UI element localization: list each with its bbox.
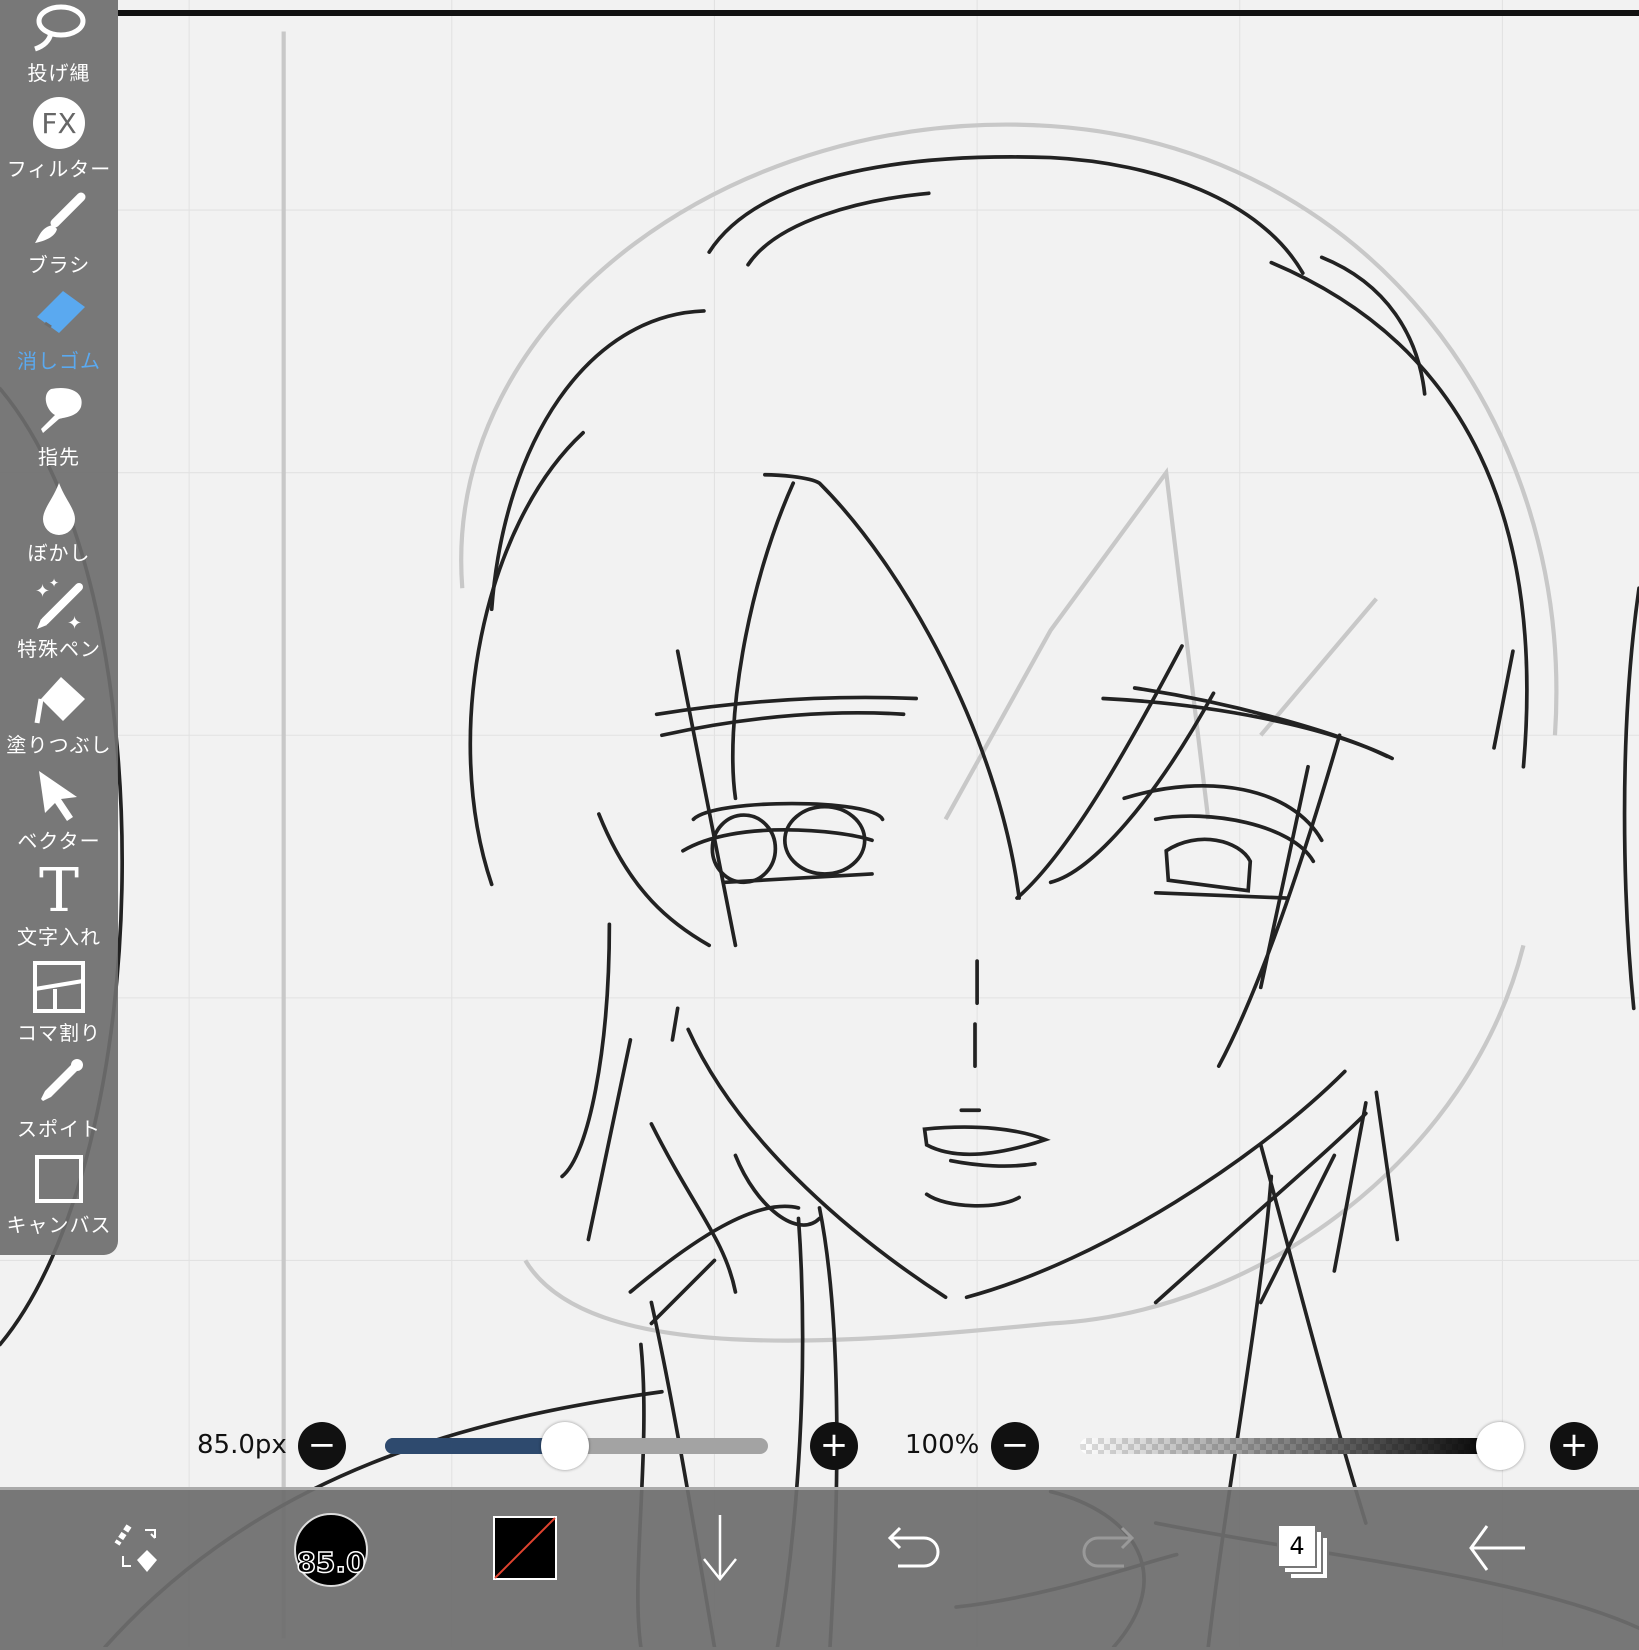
brush-size-button[interactable]: 85.0: [291, 1510, 371, 1590]
brush-icon: [31, 191, 87, 247]
opacity-increase-button[interactable]: +: [1550, 1422, 1598, 1470]
tool-filter[interactable]: FX フィルター: [0, 86, 118, 182]
color-swatch-icon: [493, 1516, 557, 1584]
tool-lasso[interactable]: 投げ縄: [0, 0, 118, 86]
canvas-top-edge: [118, 10, 1639, 16]
tool-fill[interactable]: 塗りつぶし: [0, 662, 118, 758]
fx-glyph: FX: [33, 97, 85, 149]
redo-button[interactable]: [1068, 1510, 1148, 1590]
brush-size-icon: 85.0: [294, 1513, 368, 1587]
swap-tool-button[interactable]: [97, 1510, 177, 1590]
tool-label: ブラシ: [27, 253, 91, 277]
tool-vector[interactable]: ベクター: [0, 758, 118, 854]
eyedropper-icon: [31, 1055, 87, 1111]
blur-drop-icon: [31, 479, 87, 535]
tool-label: 指先: [38, 445, 80, 469]
tool-eyedropper[interactable]: スポイト: [0, 1046, 118, 1142]
back-button[interactable]: [1457, 1510, 1537, 1590]
eraser-icon: [31, 287, 87, 343]
brush-size-value: 85.0px: [197, 1430, 287, 1460]
lasso-icon: [31, 0, 87, 55]
tool-label: ぼかし: [27, 541, 91, 565]
tool-label: フィルター: [6, 157, 112, 181]
brush-size-badge: 85.0: [296, 1545, 367, 1580]
svg-text:✦: ✦: [49, 576, 59, 590]
tool-label: 投げ縄: [27, 61, 91, 85]
layer-count: 4: [1277, 1524, 1317, 1568]
tool-label: コマ割り: [17, 1021, 101, 1045]
tool-label: スポイト: [17, 1117, 101, 1141]
size-slider-handle[interactable]: [541, 1422, 589, 1470]
canvas-icon: [31, 1151, 87, 1207]
undo-icon: [886, 1520, 942, 1580]
tool-frame-divider[interactable]: コマ割り: [0, 950, 118, 1046]
fx-icon: FX: [31, 95, 87, 151]
swap-tool-icon: [109, 1520, 165, 1580]
bottom-toolbar: 85.0 4: [0, 1487, 1639, 1650]
frame-divider-icon: [31, 959, 87, 1015]
opacity-slider-handle[interactable]: [1476, 1422, 1524, 1470]
tool-label: 塗りつぶし: [6, 733, 112, 757]
tool-special-pen[interactable]: ✦ ✦ ✦ 特殊ペン: [0, 566, 118, 662]
tool-canvas[interactable]: キャンバス: [0, 1142, 118, 1238]
color-swatch-button[interactable]: [485, 1510, 565, 1590]
tool-label: 消しゴム: [17, 349, 101, 373]
tool-blur[interactable]: ぼかし: [0, 470, 118, 566]
layers-button[interactable]: 4: [1263, 1510, 1343, 1590]
size-slider-fill: [385, 1438, 565, 1454]
fill-icon: [31, 671, 87, 727]
tool-brush[interactable]: ブラシ: [0, 182, 118, 278]
tool-sidebar: 投げ縄 FX フィルター ブラシ 消しゴム 指先 ぼかし ✦ ✦ ✦ 特殊ペン 塗り…: [0, 0, 118, 1255]
redo-icon: [1080, 1520, 1136, 1580]
size-decrease-button[interactable]: −: [298, 1422, 346, 1470]
opacity-value: 100%: [905, 1430, 980, 1460]
download-arrow-icon: [692, 1513, 748, 1587]
finger-icon: [31, 383, 87, 439]
brush-settings-row: 85.0px − + 100% − +: [0, 1416, 1639, 1476]
text-glyph: T: [38, 856, 80, 926]
tool-label: ベクター: [17, 829, 101, 853]
text-icon: T: [31, 856, 87, 926]
tool-text[interactable]: T 文字入れ: [0, 854, 118, 950]
tool-finger[interactable]: 指先: [0, 374, 118, 470]
svg-text:✦: ✦: [35, 581, 50, 602]
tool-label: 文字入れ: [17, 925, 101, 949]
drawing-canvas[interactable]: [0, 0, 1639, 1647]
tool-label: キャンバス: [6, 1213, 112, 1237]
opacity-decrease-button[interactable]: −: [991, 1422, 1039, 1470]
layers-icon: 4: [1275, 1522, 1331, 1580]
svg-text:✦: ✦: [67, 613, 82, 631]
undo-button[interactable]: [874, 1510, 954, 1590]
tool-label: 特殊ペン: [17, 637, 101, 661]
back-arrow-icon: [1467, 1520, 1527, 1580]
special-pen-icon: ✦ ✦ ✦: [31, 575, 87, 631]
download-button[interactable]: [680, 1510, 760, 1590]
size-increase-button[interactable]: +: [810, 1422, 858, 1470]
vector-arrow-icon: [31, 767, 87, 823]
tool-eraser[interactable]: 消しゴム: [0, 278, 118, 374]
opacity-slider-track[interactable]: [1080, 1438, 1500, 1454]
